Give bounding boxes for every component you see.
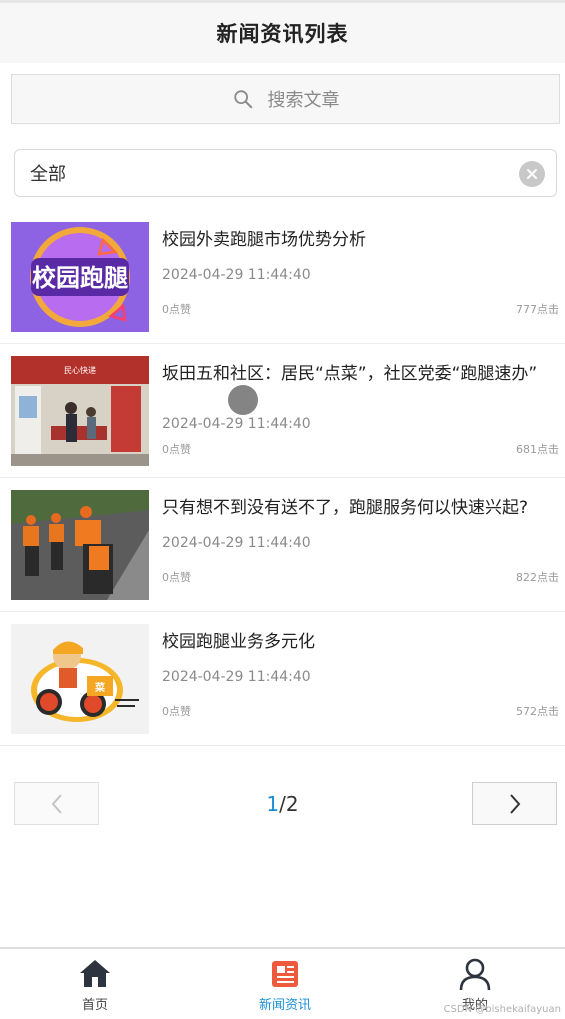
news-icon <box>272 961 298 987</box>
tab-label: 新闻资讯 <box>258 998 311 1013</box>
list-item[interactable]: 民心快递 坂田五和社区：居民“点菜”，社区党委“跑腿速办” 2024-04-29… <box>0 344 565 478</box>
thumbnail-caption: 民心快递 <box>64 365 96 375</box>
article-date: 2024-04-29 11:44:40 <box>162 669 311 685</box>
thumbnail-caption: 校园跑腿 <box>32 264 128 292</box>
article-title[interactable]: 坂田五和社区：居民“点菜”，社区党委“跑腿速办” <box>162 362 557 386</box>
article-date: 2024-04-29 11:44:40 <box>162 267 311 283</box>
next-page-button[interactable] <box>472 782 557 825</box>
article-likes: 0点赞 <box>162 443 191 456</box>
current-page: 1 <box>266 792 280 816</box>
list-item[interactable]: 菜 校园跑腿业务多元化 2024-04-29 11:44:40 0点赞 572点… <box>0 612 565 746</box>
category-filter[interactable]: 全部 <box>14 149 557 197</box>
article-date: 2024-04-29 11:44:40 <box>162 416 311 432</box>
page-header: 新闻资讯列表 <box>0 3 565 63</box>
article-date: 2024-04-29 11:44:40 <box>162 535 311 551</box>
tab-home[interactable]: 首页 <box>35 957 155 1013</box>
article-thumbnail[interactable] <box>11 490 149 600</box>
clear-circle-icon[interactable] <box>519 161 545 187</box>
list-item[interactable]: 校园跑腿 校园外卖跑腿市场优势分析 2024-04-29 11:44:40 0点… <box>0 210 565 344</box>
category-filter-value: 全部 <box>30 164 66 185</box>
total-pages: /2 <box>279 792 299 816</box>
article-clicks: 572点击 <box>516 705 559 718</box>
article-thumbnail[interactable]: 民心快递 <box>11 356 149 466</box>
article-title[interactable]: 只有想不到没有送不了，跑腿服务何以快速兴起? <box>162 496 557 520</box>
article-list: 校园跑腿 校园外卖跑腿市场优势分析 2024-04-29 11:44:40 0点… <box>0 210 565 746</box>
article-thumbnail[interactable]: 校园跑腿 <box>11 222 149 332</box>
thumbnail-caption: 菜 <box>94 681 106 694</box>
article-likes: 0点赞 <box>162 571 191 584</box>
search-placeholder: 搜索文章 <box>267 90 340 111</box>
watermark: CSDN @bishekaifayuan <box>443 1004 561 1015</box>
tab-news[interactable]: 新闻资讯 <box>225 957 345 1013</box>
user-icon <box>459 958 491 991</box>
home-icon <box>80 960 110 987</box>
article-clicks: 822点击 <box>516 571 559 584</box>
search-icon <box>233 90 252 109</box>
search-bar[interactable]: 搜索文章 <box>11 74 560 124</box>
page-title: 新闻资讯列表 <box>216 22 349 46</box>
article-likes: 0点赞 <box>162 303 191 316</box>
article-clicks: 681点击 <box>516 443 559 456</box>
article-title[interactable]: 校园跑腿业务多元化 <box>162 630 557 654</box>
article-thumbnail[interactable]: 菜 <box>11 624 149 734</box>
chevron-right-icon <box>509 793 520 814</box>
bottom-tab-bar: 首页 新闻资讯 我的 CSDN @bishekaifayuan <box>0 947 565 1019</box>
tab-label: 首页 <box>81 998 108 1013</box>
article-clicks: 777点击 <box>516 303 559 316</box>
touch-indicator <box>228 385 258 415</box>
pagination: 1/2 <box>0 780 565 826</box>
article-likes: 0点赞 <box>162 705 191 718</box>
list-item[interactable]: 只有想不到没有送不了，跑腿服务何以快速兴起? 2024-04-29 11:44:… <box>0 478 565 612</box>
article-title[interactable]: 校园外卖跑腿市场优势分析 <box>162 228 557 252</box>
